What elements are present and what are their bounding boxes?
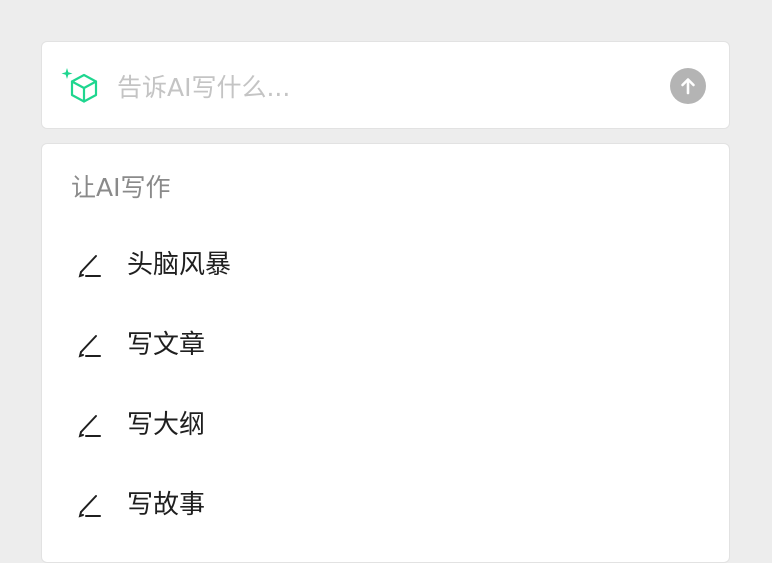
ai-prompt-box [41, 41, 730, 129]
menu-item-brainstorm[interactable]: 头脑风暴 [42, 225, 729, 305]
send-button[interactable] [670, 68, 706, 104]
ai-prompt-input[interactable] [117, 66, 657, 108]
pen-icon [78, 255, 101, 278]
menu-item-label: 写大纲 [127, 410, 206, 440]
menu-heading: 让AI写作 [71, 173, 171, 202]
menu-item-write-outline[interactable]: 写大纲 [42, 385, 729, 465]
menu-list: 头脑风暴 写文章 写大纲 写故事 [42, 225, 729, 545]
menu-item-write-story[interactable]: 写故事 [42, 465, 729, 545]
menu-item-label: 写故事 [127, 490, 206, 520]
arrow-up-icon [681, 78, 695, 95]
menu-item-label: 头脑风暴 [127, 250, 232, 280]
menu-item-write-article[interactable]: 写文章 [42, 305, 729, 385]
pen-icon [78, 415, 101, 438]
pen-icon [78, 335, 101, 358]
pen-icon [78, 495, 101, 518]
ai-writing-menu: 让AI写作 头脑风暴 写文章 写大纲 写故事 [41, 143, 730, 563]
menu-item-label: 写文章 [127, 330, 206, 360]
ai-sparkle-cube-icon [61, 68, 98, 103]
